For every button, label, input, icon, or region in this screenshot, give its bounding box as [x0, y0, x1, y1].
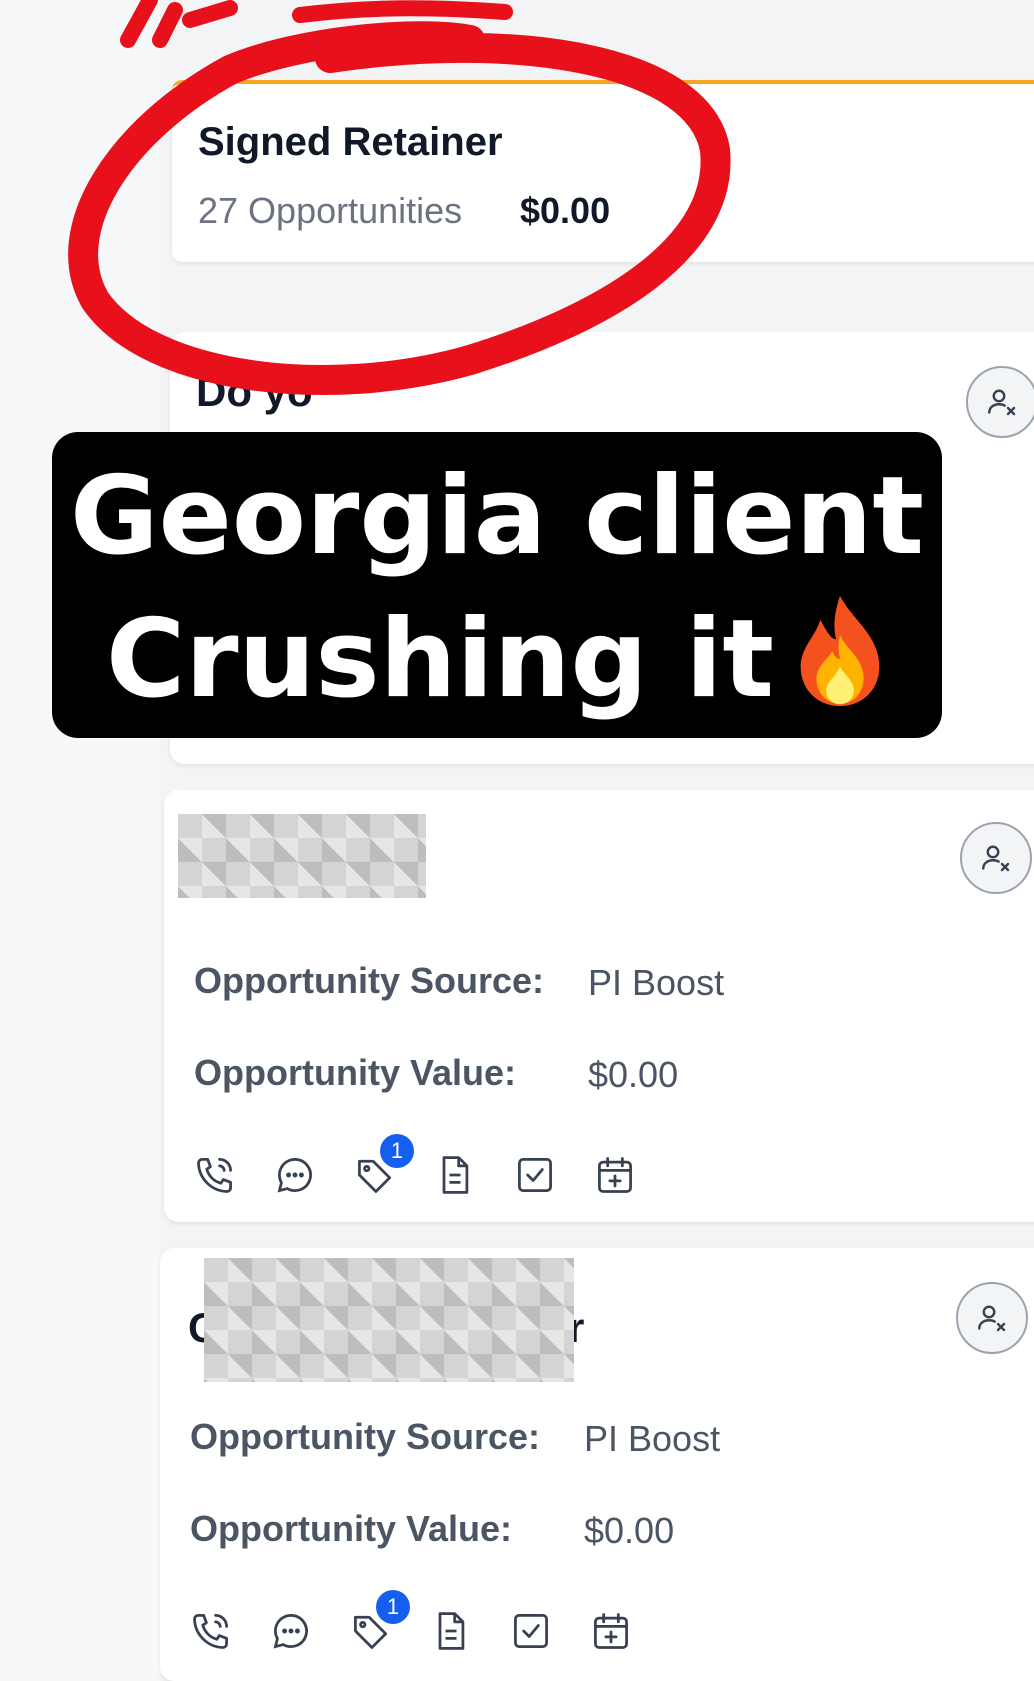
tag-icon[interactable]: 1: [350, 1134, 414, 1200]
phone-icon[interactable]: [190, 1150, 240, 1200]
redacted-contact-name: [178, 814, 426, 898]
card-actions: 1: [190, 1134, 640, 1200]
user-x-icon: [982, 845, 1010, 872]
phone-icon[interactable]: [186, 1606, 236, 1656]
stage-header: Signed Retainer 27 Opportunities $0.00: [172, 80, 1034, 262]
opportunity-source-value: PI Boost: [588, 962, 725, 1003]
unassigned-user-button[interactable]: [956, 1282, 1028, 1354]
note-icon[interactable]: [430, 1150, 480, 1200]
card-contact-name[interactable]: Do yo: [196, 368, 313, 416]
tag-count-badge: 1: [376, 1590, 410, 1624]
opportunity-value-label: Opportunity Value:: [194, 1052, 517, 1093]
chat-icon[interactable]: [266, 1606, 316, 1656]
fire-emoji-icon: [792, 592, 888, 736]
caption-line-2-wrap: Crushing it: [52, 592, 942, 736]
stage-total-value: $0.00: [520, 190, 611, 231]
stage-opportunity-count: 27 Opportunities: [198, 190, 463, 231]
chat-icon[interactable]: [270, 1150, 320, 1200]
unassigned-user-button[interactable]: [966, 366, 1034, 438]
task-icon[interactable]: [506, 1606, 556, 1656]
opportunity-source-label: Opportunity Source:: [190, 1416, 540, 1457]
task-icon[interactable]: [510, 1150, 560, 1200]
opportunity-source-label: Opportunity Source:: [194, 960, 544, 1001]
calendar-add-icon[interactable]: [586, 1606, 636, 1656]
caption-line-1: Georgia client: [70, 454, 924, 579]
opportunity-card[interactable]: C r Opportunity Source: PI Boost Opportu…: [160, 1248, 1034, 1681]
calendar-add-icon[interactable]: [590, 1150, 640, 1200]
user-x-icon: [978, 1305, 1006, 1332]
opportunity-value-label: Opportunity Value:: [190, 1508, 513, 1549]
note-icon[interactable]: [426, 1606, 476, 1656]
opportunity-card[interactable]: Opportunity Source: PI Boost Opportunity…: [164, 790, 1034, 1222]
redacted-contact-name: [204, 1258, 574, 1382]
stage-title: Signed Retainer: [198, 120, 503, 164]
user-x-icon: [988, 389, 1016, 416]
card-actions: 1: [186, 1590, 636, 1656]
tag-count-badge: 1: [380, 1134, 414, 1168]
caption-overlay: Georgia client Crushing it: [52, 432, 942, 738]
tag-icon[interactable]: 1: [346, 1590, 410, 1656]
caption-line-2: Crushing it: [105, 597, 775, 722]
opportunity-value-value: $0.00: [584, 1510, 675, 1551]
opportunity-source-value: PI Boost: [584, 1418, 721, 1459]
opportunity-value-value: $0.00: [588, 1054, 679, 1095]
unassigned-user-button[interactable]: [960, 822, 1032, 894]
